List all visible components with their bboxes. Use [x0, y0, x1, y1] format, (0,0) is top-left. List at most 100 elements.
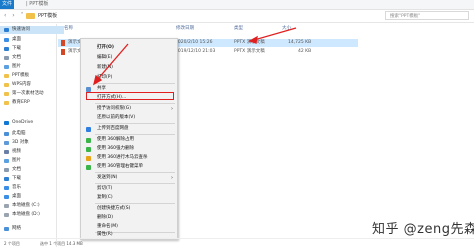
menu-item-360-menu-manage[interactable]: 使用 360管理右键菜单 — [81, 163, 177, 171]
file-type: PPTX 演示文稿 — [234, 49, 265, 54]
annotation-arrows — [92, 27, 297, 86]
baidu-cloud-icon — [86, 127, 91, 132]
menu-item-upload-baidu[interactable]: 上传到百度网盘 — [81, 125, 177, 133]
nav-arrows-icon[interactable]: ‹ › ˄ — [4, 11, 26, 21]
menu-item-send-to[interactable]: 发送到(N) › — [81, 174, 177, 182]
column-header-name[interactable]: 名称 — [64, 24, 73, 34]
sidebar-item[interactable]: 第一次素材活动 — [2, 90, 44, 98]
sidebar-item[interactable]: 音乐 — [2, 184, 21, 192]
menu-item-properties[interactable]: 属性(R) — [81, 231, 177, 238]
sidebar-item[interactable]: 本地磁盘 (D:) — [2, 211, 40, 219]
menu-separator — [95, 183, 175, 184]
context-menu: 打开(O) 编辑(E) 新建(N) 打印(P) 共享 打开方式(H)... 授予… — [80, 38, 178, 240]
folder-icon — [4, 101, 9, 105]
sidebar-item[interactable]: 桌面 — [2, 193, 21, 201]
file-size: 42 KB — [298, 49, 312, 54]
breadcrumb-folder: PPT模板 — [38, 13, 58, 19]
picture-icon — [4, 159, 9, 163]
download-icon — [4, 47, 9, 51]
star-icon — [4, 28, 9, 32]
menu-separator — [95, 123, 175, 124]
address-bar: ‹ › ˄ PPT模板 搜索"PPT模板" — [0, 10, 474, 23]
menu-separator — [95, 103, 175, 104]
window-title: | PPT模板 — [26, 1, 49, 7]
menu-item-new[interactable]: 新建(N) — [81, 64, 177, 72]
sidebar-item[interactable]: 文档 — [2, 54, 21, 62]
video-icon — [4, 150, 9, 154]
menu-item-create-shortcut[interactable]: 创建快捷方式(S) — [81, 205, 177, 213]
pptx-file-icon — [61, 49, 65, 55]
sidebar-item[interactable]: 下载 — [2, 175, 21, 183]
360-icon — [86, 165, 91, 170]
menu-separator — [95, 134, 175, 135]
desktop-icon — [4, 38, 9, 42]
sidebar-item[interactable]: 图片 — [2, 63, 21, 71]
folder-icon — [4, 83, 9, 87]
column-header-size[interactable]: 大小 — [282, 24, 291, 34]
sidebar-item-network[interactable]: 网络 — [2, 225, 21, 233]
download-icon — [4, 177, 9, 181]
computer-icon — [4, 132, 9, 136]
360-icon — [86, 138, 91, 143]
menu-separator — [95, 203, 175, 204]
column-headers: 名称 修改日期 类型 大小 — [58, 24, 474, 34]
watermark: 知乎 @zeng先森 — [372, 222, 474, 237]
breadcrumb[interactable]: PPT模板 — [24, 11, 57, 21]
menu-item-360-delete[interactable]: 使用 360强力删除 — [81, 145, 177, 153]
document-icon — [4, 56, 9, 60]
picture-icon — [4, 65, 9, 69]
sidebar-item[interactable]: 视频 — [2, 148, 21, 156]
navigation-pane: 快速访问 桌面 下载 文档 图片 PPT模板 WPS内容 第一次素材活动 教育E… — [0, 24, 64, 247]
menu-item-cut[interactable]: 剪切(T) — [81, 185, 177, 193]
folder-icon — [4, 74, 9, 78]
menu-separator — [95, 172, 175, 173]
menu-item-edit[interactable]: 编辑(E) — [81, 54, 177, 62]
sidebar-item[interactable]: 本地磁盘 (C:) — [2, 202, 40, 210]
menu-item-rename[interactable]: 重命名(M) — [81, 223, 177, 231]
menu-item-restore-versions[interactable]: 还原以前的版本(V) — [81, 114, 177, 122]
sidebar-item[interactable]: 图片 — [2, 157, 21, 165]
sidebar-item-quick-access[interactable]: 快速访问 — [0, 26, 64, 34]
sidebar-item[interactable]: 桌面 — [2, 36, 21, 44]
menu-item-open[interactable]: 打开(O) — [81, 44, 177, 52]
folder-icon — [26, 13, 35, 19]
sidebar-item[interactable]: 教育ERP — [2, 99, 30, 107]
menu-item-give-access[interactable]: 授予访问权限(G) › — [81, 105, 177, 113]
cloud-icon — [4, 121, 9, 125]
column-header-type[interactable]: 类型 — [234, 24, 243, 34]
cube-icon — [4, 141, 9, 145]
chevron-right-icon: › — [171, 175, 173, 181]
menu-item-delete[interactable]: 删除(D) — [81, 214, 177, 222]
file-size: 14,725 KB — [288, 40, 312, 45]
menu-item-copy[interactable]: 复制(C) — [81, 194, 177, 202]
menu-item-print[interactable]: 打印(P) — [81, 74, 177, 82]
menu-separator — [95, 83, 175, 84]
pptx-file-icon — [61, 40, 65, 46]
360-icon — [86, 147, 91, 152]
drive-icon — [4, 213, 9, 217]
sidebar-item[interactable]: 3D 对象 — [2, 139, 29, 147]
music-icon — [4, 186, 9, 190]
column-header-date[interactable]: 修改日期 — [176, 24, 194, 34]
chevron-right-icon: › — [171, 106, 173, 112]
search-input[interactable]: 搜索"PPT模板" — [385, 11, 469, 20]
drive-icon — [4, 204, 9, 208]
file-date: 2020/2/10 15:26 — [175, 40, 213, 45]
network-icon — [4, 227, 9, 231]
document-icon — [4, 168, 9, 172]
sidebar-item[interactable]: WPS内容 — [2, 81, 31, 89]
folder-icon — [4, 92, 9, 96]
sidebar-item-onedrive[interactable]: OneDrive — [2, 119, 33, 127]
sidebar-item[interactable]: 文档 — [2, 166, 21, 174]
shield-icon — [86, 156, 91, 161]
ribbon: 文件 | PPT模板 — [0, 0, 474, 10]
sidebar-item[interactable]: PPT模板 — [2, 72, 29, 80]
sidebar-item[interactable]: 下载 — [2, 45, 21, 53]
sidebar-item-this-pc[interactable]: 此电脑 — [2, 130, 26, 138]
file-tab[interactable]: 文件 — [0, 0, 14, 9]
file-type: PPTX 演示文稿 — [234, 40, 265, 45]
desktop-icon — [4, 195, 9, 199]
file-date: 2019/12/10 21:03 — [175, 49, 216, 54]
menu-item-360-virus-scan[interactable]: 使用 360进行木马云查杀 — [81, 154, 177, 162]
menu-item-360-unlock[interactable]: 使用 360解除占用 — [81, 136, 177, 144]
